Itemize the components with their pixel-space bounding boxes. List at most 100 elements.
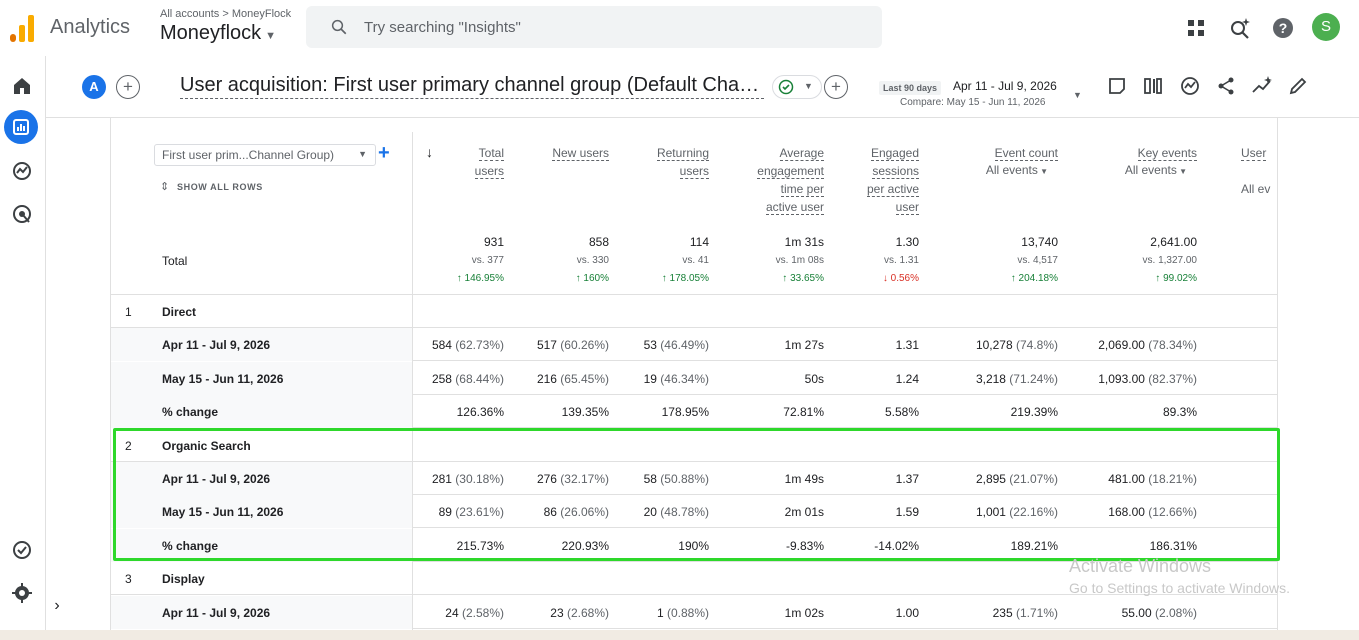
cell-value: 1.31: [895, 338, 919, 353]
total-change: ↑ 146.95%: [457, 273, 504, 284]
reports-icon[interactable]: [9, 115, 33, 139]
cell-value: 481.00: [1108, 472, 1145, 486]
table-cell: 50s: [805, 372, 824, 386]
insights-search-icon[interactable]: [1228, 16, 1252, 40]
search-icon: [331, 19, 347, 35]
cell-value: 53: [643, 338, 657, 353]
total-value: 858: [588, 235, 609, 249]
cell-value: 1.00: [895, 605, 919, 620]
column-event-filter-label: All ev: [1241, 182, 1271, 196]
page-title[interactable]: User acquisition: First user primary cha…: [180, 74, 764, 99]
edit-pencil-icon[interactable]: [1287, 75, 1309, 97]
breadcrumb[interactable]: All accounts > MoneyFlock: [160, 8, 291, 20]
annotation-icon[interactable]: [1106, 75, 1128, 97]
table-group-row[interactable]: 2 Organic Search: [111, 429, 1277, 462]
table-cell: 235 (1.71%): [993, 606, 1058, 620]
total-row-label: Total: [162, 254, 188, 268]
cell-percent: (30.18%): [451, 472, 504, 486]
help-icon[interactable]: ?: [1271, 16, 1295, 40]
home-icon[interactable]: [10, 74, 34, 98]
expand-nav-chevron-icon[interactable]: ›: [46, 596, 68, 618]
account-selector[interactable]: Moneyflock ▼: [160, 22, 276, 45]
trend-sparkle-icon[interactable]: [1251, 75, 1273, 97]
caret-down-icon: ▼: [265, 30, 277, 42]
table-group-row[interactable]: 1 Direct: [111, 295, 1277, 328]
cell-value: 139.35%: [561, 405, 609, 420]
add-filter-button[interactable]: +: [824, 75, 848, 99]
apps-grid-icon[interactable]: [1184, 16, 1208, 40]
column-header[interactable]: Total users: [474, 144, 504, 180]
column-header-label: Average: [779, 146, 824, 161]
cell-value: 276: [536, 472, 557, 486]
table-cell: 220.93%: [562, 539, 609, 553]
arrow-up-icon: ↑: [1010, 273, 1019, 284]
column-event-filter[interactable]: All events ▼: [986, 161, 1048, 181]
row-label: Organic Search: [162, 438, 251, 453]
caret-down-icon: ▼: [1037, 167, 1048, 176]
cell-percent: (0.88%): [663, 605, 709, 620]
sort-arrow-down-icon[interactable]: ↓: [426, 144, 433, 160]
cell-percent: (50.88%): [656, 472, 709, 486]
table-cell: 258 (68.44%): [432, 372, 504, 386]
avatar[interactable]: S: [1312, 13, 1340, 41]
column-header[interactable]: Key events All events ▼: [1125, 144, 1197, 181]
table-row[interactable]: Apr 11 - Jul 9, 2026 24 (2.58%) 23 (2.68%)…: [111, 595, 1277, 629]
table-row[interactable]: May 15 - Jun 11, 2026 89 (23.61%) 86 (26.0…: [111, 495, 1277, 529]
table-cell: 481.00 (18.21%): [1108, 472, 1197, 486]
search-input[interactable]: Try searching "Insights": [306, 6, 882, 48]
table-cell: 126.36%: [457, 405, 504, 419]
admin-checklist-icon[interactable]: [10, 538, 34, 562]
report-status-dropdown[interactable]: ▼: [772, 75, 822, 99]
column-header-label: per active: [866, 182, 919, 197]
cell-value: 19: [643, 371, 657, 386]
add-dimension-button[interactable]: +: [378, 142, 390, 165]
date-caret-down-icon[interactable]: ▼: [1073, 90, 1082, 100]
table-row[interactable]: Apr 11 - Jul 9, 2026 584 (62.73%) 517 (60.…: [111, 328, 1277, 362]
column-header[interactable]: Returning users: [656, 144, 709, 180]
table-cell: 1.59: [896, 505, 919, 519]
column-header[interactable]: Event count All events ▼: [986, 144, 1058, 181]
add-comparison-button[interactable]: +: [116, 75, 140, 99]
arrow-down-icon: ↓: [882, 273, 891, 284]
dimension-select[interactable]: First user prim...Channel Group) ▼: [154, 144, 376, 166]
table-cell: 53 (46.49%): [644, 338, 709, 352]
show-all-rows-button[interactable]: SHOW ALL ROWS: [177, 182, 263, 192]
comparison-a-badge[interactable]: A: [82, 75, 106, 99]
settings-gear-icon[interactable]: [10, 581, 34, 605]
cell-value: 1m 02s: [784, 605, 824, 620]
table-row[interactable]: Apr 11 - Jul 9, 2026 281 (30.18%) 276 (32.…: [111, 462, 1277, 495]
total-comparison-value: vs. 330: [576, 255, 609, 266]
advertising-icon[interactable]: [10, 202, 34, 226]
column-header-label: time per: [780, 182, 824, 197]
column-header[interactable]: Average engagement time per active user: [757, 144, 824, 216]
total-value: 1.30: [895, 235, 919, 249]
table-row[interactable]: % change 126.36% 139.35% 178.95% 72.81% 5.58%…: [111, 395, 1277, 429]
table-cell: 584 (62.73%): [432, 338, 504, 352]
date-preset-label: Last 90 days: [879, 81, 942, 95]
dimension-select-value: First user prim...Channel Group): [162, 148, 335, 162]
cell-value: 189.21%: [1010, 538, 1058, 553]
cell-percent: (21.07%): [1005, 472, 1058, 486]
table-row[interactable]: May 15 - Jun 11, 2026 258 (68.44%) 216 (65…: [111, 361, 1277, 395]
column-header[interactable]: New users: [552, 144, 609, 162]
top-bar: Analytics All accounts > MoneyFlock Mone…: [0, 0, 1359, 56]
column-header[interactable]: Engaged sessions per active user: [866, 144, 919, 216]
row-label: May 15 - Jun 11, 2026: [162, 371, 284, 386]
column-event-filter[interactable]: All events ▼: [1125, 161, 1187, 181]
share-icon[interactable]: [1215, 75, 1237, 97]
column-event-filter[interactable]: All ev: [1241, 180, 1270, 198]
insights-icon[interactable]: [1179, 75, 1201, 97]
column-header-label: sessions: [872, 164, 919, 179]
analytics-logo-icon[interactable]: [10, 14, 36, 42]
taskbar-edge: [0, 630, 1359, 640]
total-change-value: 0.56%: [890, 273, 919, 284]
table-cell: 1m 49s: [785, 472, 824, 486]
cell-percent: (60.26%): [556, 338, 609, 353]
date-range[interactable]: Apr 11 - Jul 9, 2026: [953, 79, 1057, 93]
row-label: % change: [162, 538, 219, 553]
explore-icon[interactable]: [10, 159, 34, 183]
column-header[interactable]: User All ev: [1241, 144, 1270, 198]
compare-columns-icon[interactable]: [1142, 75, 1164, 97]
caret-down-icon: ▼: [804, 81, 813, 91]
cell-value: 584: [431, 338, 452, 353]
